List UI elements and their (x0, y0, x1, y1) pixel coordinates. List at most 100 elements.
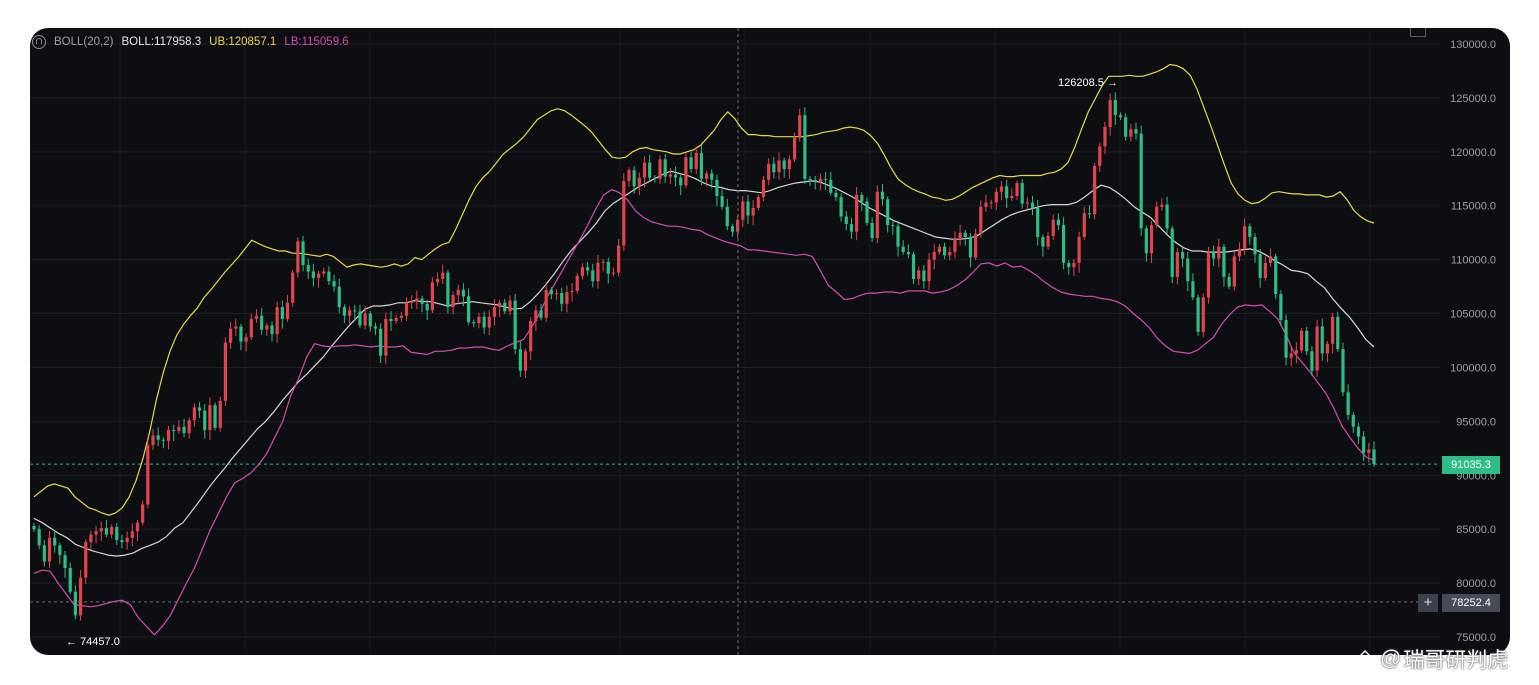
watermark-at: @ (1380, 647, 1402, 670)
last-price-tag: 91035.3 (1442, 456, 1500, 474)
candle-body (1124, 117, 1128, 137)
candle-body (110, 527, 114, 535)
candle-body (503, 302, 507, 312)
chart-corner-icon[interactable] (1410, 28, 1426, 37)
y-tick-label: 95000.0 (1456, 416, 1496, 428)
candle-body (42, 545, 46, 562)
y-tick-label: 125000.0 (1450, 93, 1496, 105)
candle-body (1160, 204, 1164, 207)
candle-body (798, 115, 802, 138)
candle-body (891, 225, 895, 227)
candle-body (1331, 316, 1335, 344)
candle-body (239, 326, 243, 342)
candle-body (917, 270, 921, 280)
candle-body (358, 311, 362, 326)
candle-body (73, 591, 77, 616)
candle-body (78, 577, 83, 616)
candle-body (435, 279, 440, 283)
candle-body (513, 300, 517, 350)
candle-body (658, 159, 662, 179)
candle-body (1310, 351, 1314, 371)
boll-value: BOLL:117958.3 (121, 36, 202, 48)
chart-panel[interactable]: 130000.0 125000.0 120000.0 115000.0 110000.0… (30, 28, 1510, 655)
candle-body (1284, 320, 1288, 358)
candle-body (425, 303, 429, 311)
candle-body (347, 310, 352, 316)
candle-body (53, 537, 57, 546)
candle-body (58, 545, 62, 556)
candle-body (1217, 246, 1221, 259)
candle-body (291, 272, 295, 303)
candle-body (632, 170, 636, 187)
candle-body (197, 407, 202, 411)
candle-body (1351, 414, 1355, 427)
candle-body (565, 291, 569, 304)
candle-body (792, 137, 797, 160)
candle-body (860, 194, 864, 202)
add-alert-plus-button[interactable]: + (1418, 594, 1438, 612)
candle-body (265, 325, 269, 330)
candle-body (410, 301, 414, 303)
candle-body (979, 206, 983, 234)
candle-body (673, 174, 678, 178)
candle-body (260, 315, 264, 330)
low-annotation: ← 74457.0 (66, 636, 120, 648)
candle-body (1346, 392, 1350, 415)
candle-body (1222, 246, 1226, 277)
candle-body (968, 236, 973, 258)
candle-body (1196, 297, 1200, 332)
candle-body (942, 246, 947, 256)
candle-body (746, 201, 750, 216)
candle-body (384, 318, 388, 356)
binance-logo-icon (1357, 650, 1373, 668)
y-tick-label: 115000.0 (1451, 201, 1496, 213)
candle-body (1051, 219, 1055, 236)
candle-body (518, 349, 522, 371)
candle-body (1367, 449, 1371, 453)
bollinger-bands (33, 63, 1375, 636)
candle-body (1248, 226, 1252, 237)
candle-body (761, 179, 766, 198)
candle-body (601, 261, 605, 263)
candle-body (896, 226, 900, 247)
candle-body (249, 318, 253, 338)
candle-body (849, 224, 854, 232)
candle-body (1279, 294, 1283, 321)
alert-bell-icon[interactable] (32, 35, 46, 49)
candle-body (182, 426, 186, 434)
candle-body (99, 528, 103, 532)
candle-body (446, 272, 450, 308)
candle-body (301, 241, 305, 266)
candle-body (1325, 343, 1330, 354)
candle-body (1175, 252, 1180, 277)
candle-body (989, 202, 993, 204)
candle-body (472, 322, 476, 324)
candle-body (560, 293, 564, 304)
candle-body (130, 531, 134, 538)
candle-body (234, 326, 238, 329)
high-annotation-value: 126208.5 (1058, 77, 1104, 89)
candle-body (68, 567, 72, 592)
candle-body (1305, 330, 1309, 352)
candle-body (1274, 256, 1278, 295)
candle-body (741, 201, 745, 220)
candle-body (699, 152, 704, 179)
candle-body (637, 177, 641, 187)
candle-body (141, 504, 145, 523)
candle-body (1098, 146, 1102, 166)
candle-body (751, 207, 755, 216)
candle-body (994, 191, 998, 203)
candlestick-chart[interactable]: 130000.0 125000.0 120000.0 115000.0 110000.0… (30, 28, 1510, 655)
indicator-name[interactable]: BOLL(20,2) (54, 36, 113, 48)
candle-body (963, 232, 967, 237)
candle-body (1299, 330, 1304, 351)
candle-body (1041, 236, 1045, 247)
candle-body (932, 252, 936, 260)
candle-body (611, 272, 616, 274)
candle-body (927, 259, 931, 282)
candle-body (803, 115, 807, 179)
candle-body (161, 439, 165, 441)
candle-body (1258, 254, 1262, 278)
candle-body (1237, 248, 1242, 257)
candle-body (730, 226, 735, 232)
